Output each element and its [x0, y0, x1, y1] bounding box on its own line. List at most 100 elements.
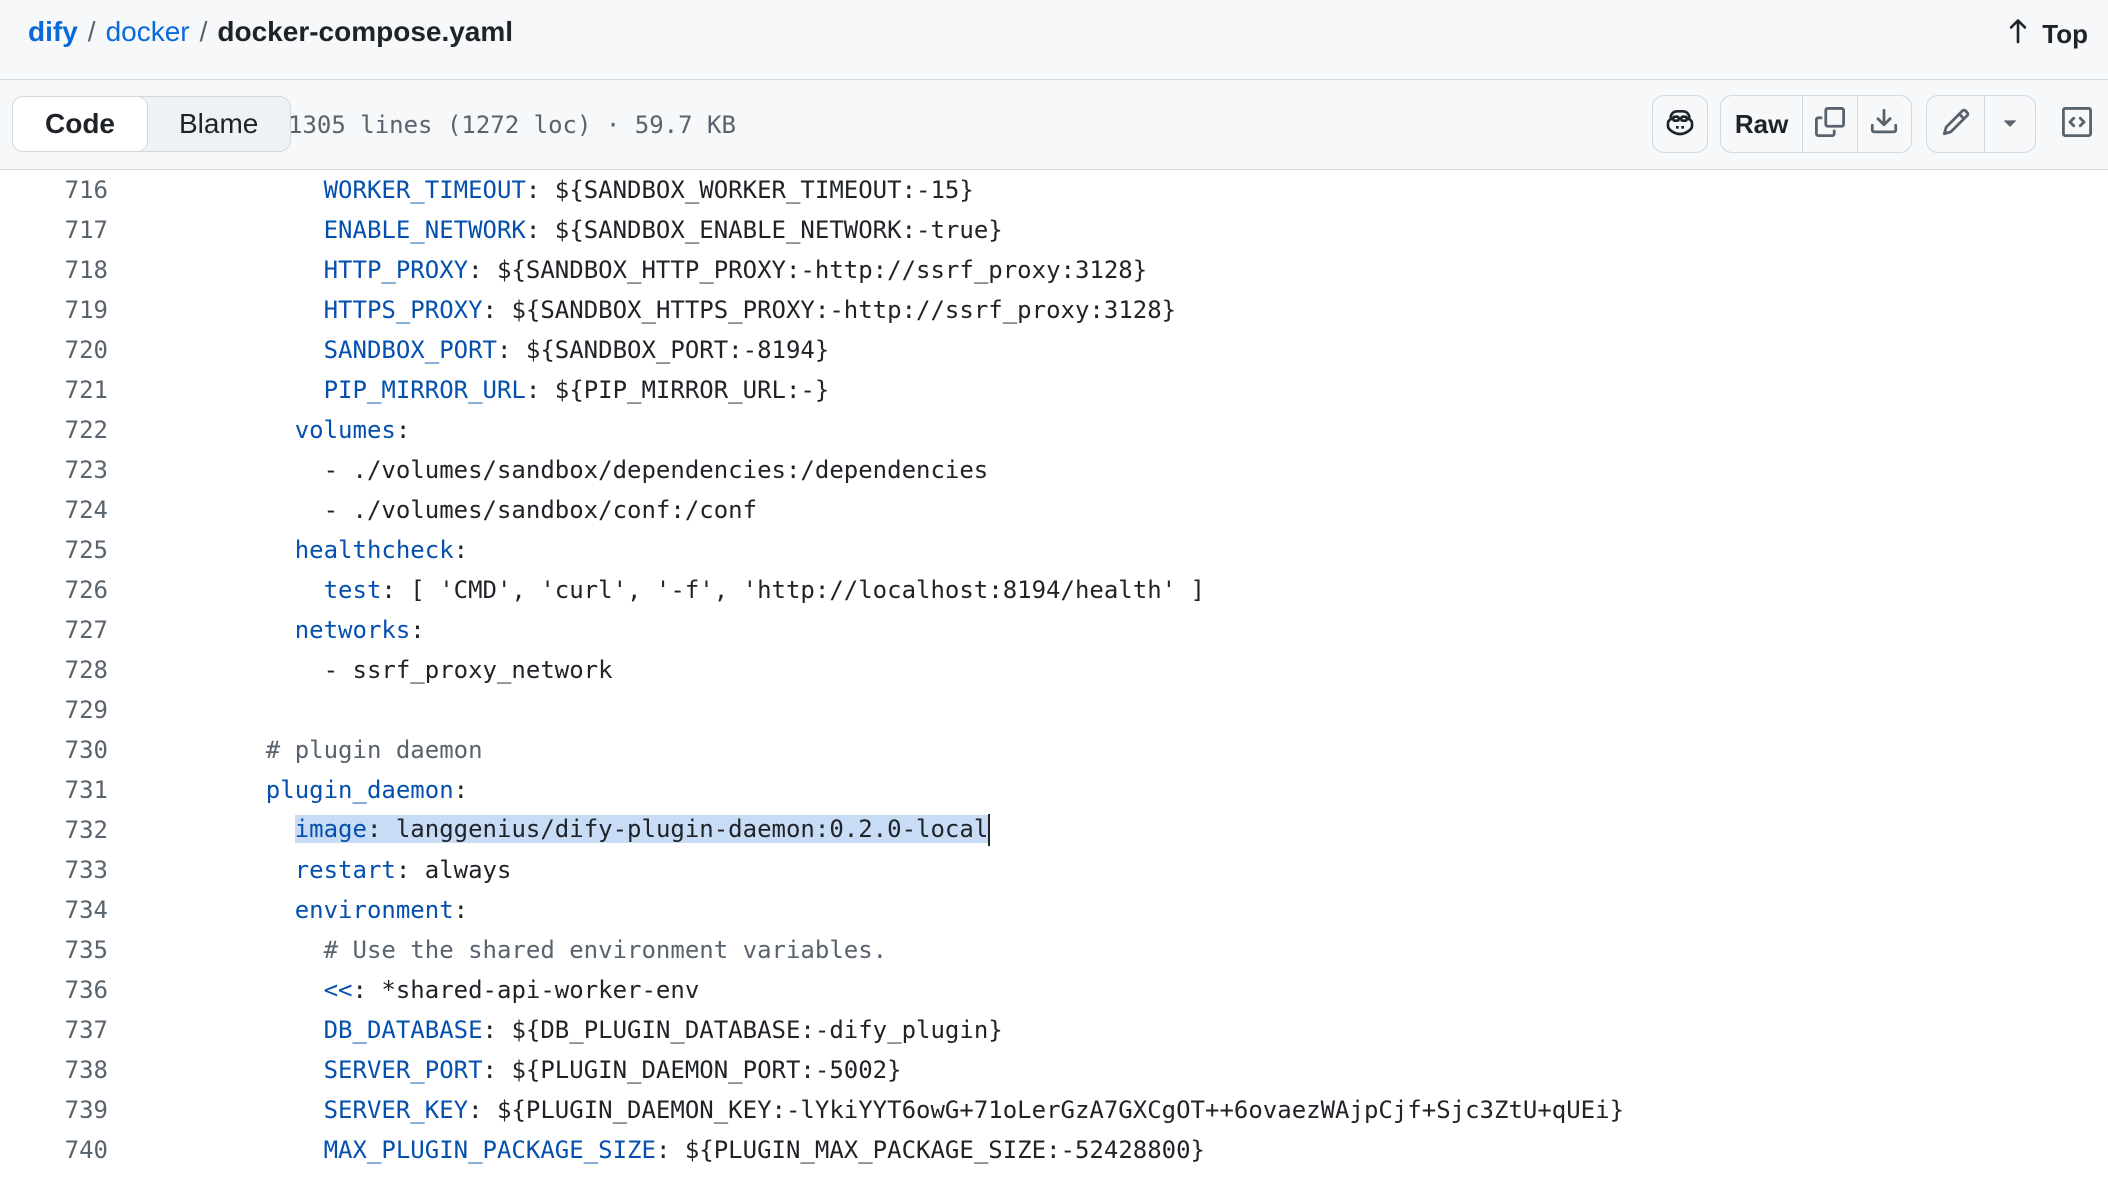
pencil-icon	[1941, 107, 1971, 142]
line-content: - ./volumes/sandbox/conf:/conf	[208, 496, 757, 524]
code-line[interactable]: 732 image: langgenius/dify-plugin-daemon…	[0, 810, 2108, 850]
code-line[interactable]: 735 # Use the shared environment variabl…	[0, 930, 2108, 970]
yaml-key: healthcheck	[294, 536, 454, 564]
code-blame-toggle: Code Blame	[12, 96, 292, 152]
yaml-value: : ${SANDBOX_WORKER_TIMEOUT:-15}	[525, 176, 974, 204]
line-number[interactable]: 716	[0, 176, 108, 204]
yaml-key: restart	[294, 856, 396, 884]
line-content: restart: always	[208, 856, 512, 884]
code-line[interactable]: 739 SERVER_KEY: ${PLUGIN_DAEMON_KEY:-lYk…	[0, 1090, 2108, 1130]
line-number[interactable]: 725	[0, 536, 108, 564]
code-line[interactable]: 731 plugin_daemon:	[0, 770, 2108, 810]
raw-copy-download-group: Raw	[1720, 95, 1912, 153]
tab-blame[interactable]: Blame	[147, 97, 290, 151]
code-line[interactable]: 734 environment:	[0, 890, 2108, 930]
copy-icon	[1814, 106, 1845, 142]
yaml-value: : ${PLUGIN_DAEMON_PORT:-5002}	[482, 1056, 902, 1084]
symbols-panel-button[interactable]	[2052, 95, 2102, 153]
copilot-button[interactable]	[1652, 95, 1708, 153]
yaml-key: volumes	[294, 416, 396, 444]
code-line[interactable]: 738 SERVER_PORT: ${PLUGIN_DAEMON_PORT:-5…	[0, 1050, 2108, 1090]
yaml-value: : langgenius/dify-plugin-daemon:0.2.0-lo…	[366, 815, 989, 843]
line-content: - ./volumes/sandbox/dependencies:/depend…	[208, 456, 989, 484]
line-content: ENABLE_NETWORK: ${SANDBOX_ENABLE_NETWORK…	[208, 216, 1003, 244]
more-edit-options-button[interactable]	[1985, 96, 2035, 152]
code-line[interactable]: 730 # plugin daemon	[0, 730, 2108, 770]
line-number[interactable]: 717	[0, 216, 108, 244]
line-content: environment:	[208, 896, 468, 924]
line-content: - ssrf_proxy_network	[208, 656, 613, 684]
copy-raw-button[interactable]	[1803, 96, 1858, 152]
breadcrumb-folder-link[interactable]: docker	[106, 16, 190, 48]
code-line[interactable]: 720 SANDBOX_PORT: ${SANDBOX_PORT:-8194}	[0, 330, 2108, 370]
code-line[interactable]: 727 networks:	[0, 610, 2108, 650]
line-number[interactable]: 722	[0, 416, 108, 444]
download-button[interactable]	[1858, 96, 1911, 152]
yaml-key: environment	[294, 896, 454, 924]
code-line[interactable]: 726 test: [ 'CMD', 'curl', '-f', 'http:/…	[0, 570, 2108, 610]
code-line[interactable]: 729	[0, 690, 2108, 730]
line-content: MAX_PLUGIN_PACKAGE_SIZE: ${PLUGIN_MAX_PA…	[208, 1136, 1205, 1164]
code-line[interactable]: 740 MAX_PLUGIN_PACKAGE_SIZE: ${PLUGIN_MA…	[0, 1130, 2108, 1170]
code-line[interactable]: 723 - ./volumes/sandbox/dependencies:/de…	[0, 450, 2108, 490]
line-number[interactable]: 720	[0, 336, 108, 364]
code-line[interactable]: 724 - ./volumes/sandbox/conf:/conf	[0, 490, 2108, 530]
line-number[interactable]: 737	[0, 1016, 108, 1044]
code-line[interactable]: 717 ENABLE_NETWORK: ${SANDBOX_ENABLE_NET…	[0, 210, 2108, 250]
line-content: <<: *shared-api-worker-env	[208, 976, 700, 1004]
code-line[interactable]: 737 DB_DATABASE: ${DB_PLUGIN_DATABASE:-d…	[0, 1010, 2108, 1050]
line-number[interactable]: 739	[0, 1096, 108, 1124]
code-panel-icon	[2062, 106, 2092, 142]
line-number[interactable]: 723	[0, 456, 108, 484]
edit-file-button[interactable]	[1927, 96, 1986, 152]
code-comment: # Use the shared environment variables.	[323, 936, 888, 964]
line-number[interactable]: 735	[0, 936, 108, 964]
yaml-value: : ${PIP_MIRROR_URL:-}	[525, 376, 830, 404]
yaml-value: : ${SANDBOX_HTTP_PROXY:-http://ssrf_prox…	[468, 256, 1148, 284]
code-line[interactable]: 733 restart: always	[0, 850, 2108, 890]
line-content: SANDBOX_PORT: ${SANDBOX_PORT:-8194}	[208, 336, 830, 364]
line-content: HTTP_PROXY: ${SANDBOX_HTTP_PROXY:-http:/…	[208, 256, 1148, 284]
code-line[interactable]: 722 volumes:	[0, 410, 2108, 450]
yaml-value: : ${DB_PLUGIN_DATABASE:-dify_plugin}	[482, 1016, 1003, 1044]
line-number[interactable]: 721	[0, 376, 108, 404]
line-number[interactable]: 730	[0, 736, 108, 764]
line-number[interactable]: 736	[0, 976, 108, 1004]
breadcrumb-separator: /	[199, 16, 208, 47]
code-line[interactable]: 721 PIP_MIRROR_URL: ${PIP_MIRROR_URL:-}	[0, 370, 2108, 410]
yaml-value: : always	[395, 856, 512, 884]
yaml-value: - ./volumes/sandbox/dependencies:/depend…	[323, 456, 989, 484]
top-link[interactable]: Top	[2004, 17, 2088, 52]
line-number[interactable]: 727	[0, 616, 108, 644]
raw-button[interactable]: Raw	[1721, 96, 1804, 152]
yaml-value: : ${PLUGIN_DAEMON_KEY:-lYkiYYT6owG+71oLe…	[468, 1096, 1625, 1124]
code-line[interactable]: 725 healthcheck:	[0, 530, 2108, 570]
breadcrumb-repo-link[interactable]: dify	[28, 16, 78, 48]
yaml-key: HTTP_PROXY	[323, 256, 469, 284]
line-number[interactable]: 733	[0, 856, 108, 884]
line-number[interactable]: 726	[0, 576, 108, 604]
code-line[interactable]: 728 - ssrf_proxy_network	[0, 650, 2108, 690]
line-content	[208, 696, 266, 724]
line-number[interactable]: 734	[0, 896, 108, 924]
yaml-key: image	[294, 815, 367, 843]
yaml-key: test	[323, 576, 382, 604]
line-number[interactable]: 729	[0, 696, 108, 724]
line-number[interactable]: 718	[0, 256, 108, 284]
code-line[interactable]: 736 <<: *shared-api-worker-env	[0, 970, 2108, 1010]
line-number[interactable]: 719	[0, 296, 108, 324]
line-number[interactable]: 732	[0, 816, 108, 844]
line-number[interactable]: 738	[0, 1056, 108, 1084]
code-line[interactable]: 719 HTTPS_PROXY: ${SANDBOX_HTTPS_PROXY:-…	[0, 290, 2108, 330]
line-number[interactable]: 740	[0, 1136, 108, 1164]
code-line[interactable]: 716 WORKER_TIMEOUT: ${SANDBOX_WORKER_TIM…	[0, 170, 2108, 210]
tab-code[interactable]: Code	[12, 96, 148, 152]
triangle-down-icon	[1997, 109, 2023, 140]
line-number[interactable]: 724	[0, 496, 108, 524]
code-line[interactable]: 718 HTTP_PROXY: ${SANDBOX_HTTP_PROXY:-ht…	[0, 250, 2108, 290]
yaml-value: :	[453, 776, 469, 804]
line-number[interactable]: 728	[0, 656, 108, 684]
code-comment: # plugin daemon	[265, 736, 483, 764]
line-number[interactable]: 731	[0, 776, 108, 804]
line-content: healthcheck:	[208, 536, 468, 564]
